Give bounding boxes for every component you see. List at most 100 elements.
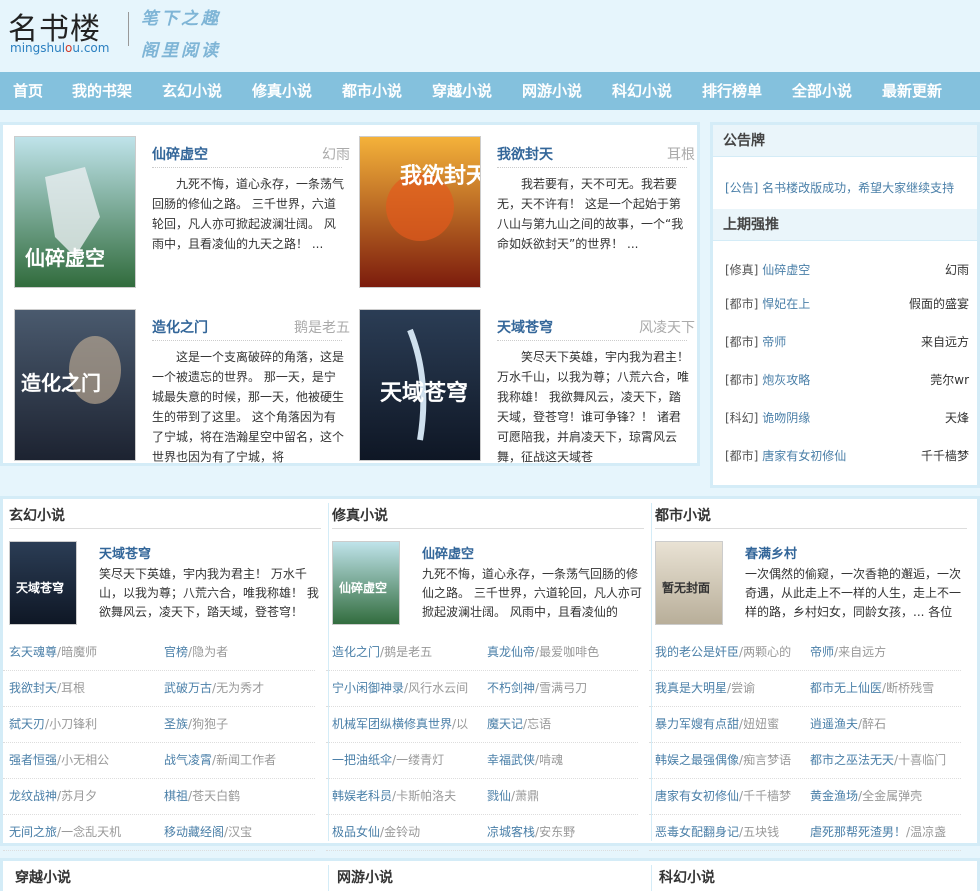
- list-item[interactable]: 不朽剑神/雪满弓刀: [487, 679, 637, 696]
- list-item[interactable]: 我的老公是奸臣/两颗心的: [655, 643, 805, 660]
- notice-heading: 公告牌: [713, 125, 977, 157]
- category-heading[interactable]: 修真小说: [332, 505, 644, 529]
- book-title[interactable]: 春满乡村: [745, 543, 797, 562]
- list-item[interactable]: 凉城客栈/安东野: [487, 823, 637, 840]
- book-author[interactable]: 鹅是老五: [294, 317, 350, 337]
- list-item[interactable]: 移动藏经阁/汉宝: [164, 823, 314, 840]
- category-column: 玄幻小说 天域苍穹 天域苍穹 笑尽天下英雄，宇内我为君主！ 万水千山，以我为尊；八荒六…: [3, 499, 325, 851]
- list-item[interactable]: 戮仙/萧鼎: [487, 787, 637, 804]
- nav-home[interactable]: 首页: [13, 72, 43, 110]
- nav-chuanyue[interactable]: 穿越小说: [432, 72, 492, 110]
- list-item[interactable]: 机械军团纵横修真世界/以: [332, 715, 482, 732]
- list-row: 机械军团纵横修真世界/以 魔天记/忘语: [326, 707, 638, 743]
- category-heading[interactable]: 网游小说: [337, 867, 393, 887]
- list-item[interactable]: 弑天刃/小刀锋利: [9, 715, 159, 732]
- slogan-line-2: 阁里阅读: [141, 41, 221, 61]
- list-row: 极品女仙/金铃动 凉城客栈/安东野: [326, 815, 638, 851]
- site-logo-url[interactable]: mingshulou.com: [10, 41, 109, 55]
- book-author[interactable]: 风凌天下: [639, 317, 695, 337]
- notice-text[interactable]: [公告] 名书楼改版成功，希望大家继续支持: [725, 179, 954, 196]
- list-item[interactable]: 逍遥渔夫/醉石: [810, 715, 960, 732]
- book-cover[interactable]: 仙碎虚空: [14, 136, 136, 288]
- book-desc: 我若要有，天不可无。我若要无，天不许有！ 这是一个起始于第八山与第九山之间的故事…: [497, 177, 684, 251]
- nav-xiuzhen[interactable]: 修真小说: [252, 72, 312, 110]
- list-item[interactable]: 我欲封天/耳根: [9, 679, 159, 696]
- list-item[interactable]: 棋祖/苍天白鹤: [164, 787, 314, 804]
- book-cover[interactable]: 天域苍穹: [9, 541, 77, 625]
- nav-dushi[interactable]: 都市小说: [342, 72, 402, 110]
- category-heading[interactable]: 玄幻小说: [9, 505, 321, 529]
- list-item[interactable]: 韩娱之最强偶像/痴言梦语: [655, 751, 805, 768]
- nav-ranking[interactable]: 排行榜单: [702, 72, 762, 110]
- nav-wangyou[interactable]: 网游小说: [522, 72, 582, 110]
- list-item[interactable]: 恶毒女配翻身记/五块钱: [655, 823, 805, 840]
- list-row: 玄天魂尊/暗魔师 官榜/隐为者: [3, 635, 315, 671]
- list-row: 造化之门/鹅是老五 真龙仙帝/最爱咖啡色: [326, 635, 638, 671]
- rank-row[interactable]: [都市] 帝师 来自远方: [725, 329, 969, 355]
- book-title[interactable]: 我欲封天: [497, 144, 687, 168]
- svg-text:仙碎虚空: 仙碎虚空: [25, 246, 105, 270]
- nav-all[interactable]: 全部小说: [792, 72, 852, 110]
- rank-row[interactable]: [科幻] 诡吻阴缘 天烽: [725, 405, 969, 431]
- svg-text:仙碎虚空: 仙碎虚空: [339, 580, 387, 595]
- list-row: 我的老公是奸臣/两颗心的 帝师/来自远方: [649, 635, 961, 671]
- list-item[interactable]: 都市之巫法无天/十喜临门: [810, 751, 960, 768]
- rank-row[interactable]: [都市] 唐家有女初修仙 千千樯梦: [725, 443, 969, 469]
- book-cover[interactable]: 造化之门: [14, 309, 136, 461]
- book-cover[interactable]: 我欲封天: [359, 136, 481, 288]
- list-item[interactable]: 暴力军嫂有点甜/妞妞蜜: [655, 715, 805, 732]
- list-item[interactable]: 战气凌霄/新闻工作者: [164, 751, 314, 768]
- category-heading[interactable]: 穿越小说: [15, 867, 71, 887]
- list-item[interactable]: 黄金渔场/全金属弹壳: [810, 787, 960, 804]
- list-item[interactable]: 强者恒强/小无相公: [9, 751, 159, 768]
- svg-text:天域苍穹: 天域苍穹: [16, 580, 64, 595]
- category-heading[interactable]: 都市小说: [655, 505, 967, 529]
- list-item[interactable]: 魔天记/忘语: [487, 715, 637, 732]
- list-item[interactable]: 真龙仙帝/最爱咖啡色: [487, 643, 637, 660]
- list-item[interactable]: 无间之旅/一念乱天机: [9, 823, 159, 840]
- nav-latest[interactable]: 最新更新: [882, 72, 942, 110]
- list-item[interactable]: 极品女仙/金铃动: [332, 823, 482, 840]
- category-heading[interactable]: 科幻小说: [659, 867, 715, 887]
- site-header: 名书楼 mingshulou.com 笔下之趣 阁里阅读: [0, 0, 980, 72]
- list-item[interactable]: 龙纹战神/苏月夕: [9, 787, 159, 804]
- list-item[interactable]: 宁小闲御神录/风行水云间: [332, 679, 482, 696]
- list-item[interactable]: 一把油纸伞/一缕青灯: [332, 751, 482, 768]
- rank-row[interactable]: [都市] 悍妃在上 假面的盛宴: [725, 291, 969, 317]
- book-title[interactable]: 仙碎虚空: [422, 543, 474, 562]
- book-cover-image: 仙碎虚空: [15, 137, 135, 287]
- list-row: 韩娱老科员/卡斯帕洛夫 戮仙/萧鼎: [326, 779, 638, 815]
- list-item[interactable]: 武破万古/无为秀才: [164, 679, 314, 696]
- book-cover[interactable]: 天域苍穹: [359, 309, 481, 461]
- column-divider: [328, 865, 329, 891]
- book-cover[interactable]: 仙碎虚空: [332, 541, 400, 625]
- book-title[interactable]: 天域苍穹: [99, 543, 151, 562]
- list-item[interactable]: 虐死那帮死渣男！/温凉盏: [810, 823, 960, 840]
- nav-kehuan[interactable]: 科幻小说: [612, 72, 672, 110]
- book-cover[interactable]: 暂无封面: [655, 541, 723, 625]
- list-item[interactable]: 玄天魂尊/暗魔师: [9, 643, 159, 660]
- nav-xuanhuan[interactable]: 玄幻小说: [162, 72, 222, 110]
- list-item[interactable]: 韩娱老科员/卡斯帕洛夫: [332, 787, 482, 804]
- book-cover-image: 天域苍穹: [10, 542, 76, 624]
- svg-text:造化之门: 造化之门: [21, 371, 101, 395]
- list-item[interactable]: 唐家有女初修仙/千千樯梦: [655, 787, 805, 804]
- rank-row[interactable]: [修真] 仙碎虚空 幻雨: [725, 257, 969, 283]
- nav-bookshelf[interactable]: 我的书架: [72, 72, 132, 110]
- featured-book: 我欲封天 我欲封天 耳根 我若要有，天不可无。我若要无，天不许有！ 这是一个起始…: [359, 136, 695, 296]
- list-row: 龙纹战神/苏月夕 棋祖/苍天白鹤: [3, 779, 315, 815]
- list-item[interactable]: 圣族/狗狍子: [164, 715, 314, 732]
- book-author[interactable]: 幻雨: [322, 144, 350, 164]
- list-item[interactable]: 帝师/来自远方: [810, 643, 960, 660]
- book-cover-image: 仙碎虚空: [333, 542, 399, 624]
- list-item[interactable]: 造化之门/鹅是老五: [332, 643, 482, 660]
- list-item[interactable]: 都市无上仙医/断桥残雪: [810, 679, 960, 696]
- svg-text:我欲封天: 我欲封天: [400, 163, 481, 189]
- rank-row[interactable]: [都市] 炮灰攻略 莞尔wr: [725, 367, 969, 393]
- list-item[interactable]: 我真是大明星/尝谕: [655, 679, 805, 696]
- book-desc: 一次偶然的偷窥，一次香艳的邂逅，一次奇遇，从此走上不一样的人生，走上不一样的路，…: [745, 567, 962, 619]
- book-author[interactable]: 耳根: [667, 144, 695, 164]
- book-title[interactable]: 仙碎虚空: [152, 144, 342, 168]
- list-item[interactable]: 幸福武侠/啃魂: [487, 751, 637, 768]
- list-item[interactable]: 官榜/隐为者: [164, 643, 314, 660]
